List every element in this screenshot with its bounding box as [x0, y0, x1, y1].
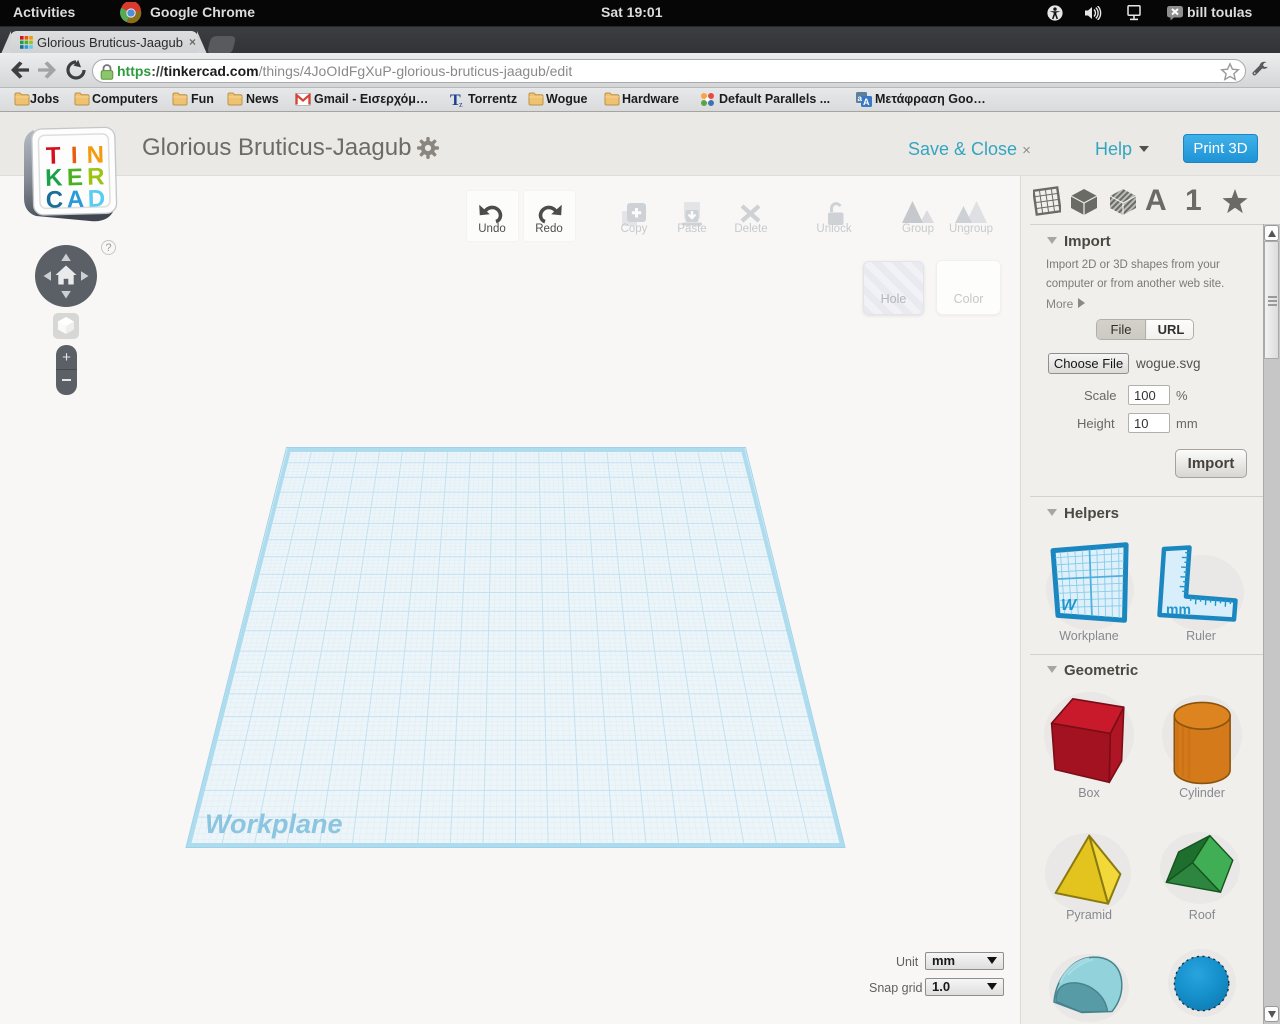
svg-text:Workplane: Workplane: [205, 809, 343, 839]
svg-text:D: D: [87, 185, 105, 212]
svg-text:C: C: [45, 186, 63, 213]
svg-text:mm: mm: [1166, 601, 1191, 617]
svg-text:W: W: [1061, 597, 1078, 614]
svg-text:A: A: [863, 97, 870, 107]
svg-text:a: a: [858, 94, 863, 103]
svg-text:z: z: [459, 100, 463, 108]
svg-text:A: A: [66, 186, 84, 213]
